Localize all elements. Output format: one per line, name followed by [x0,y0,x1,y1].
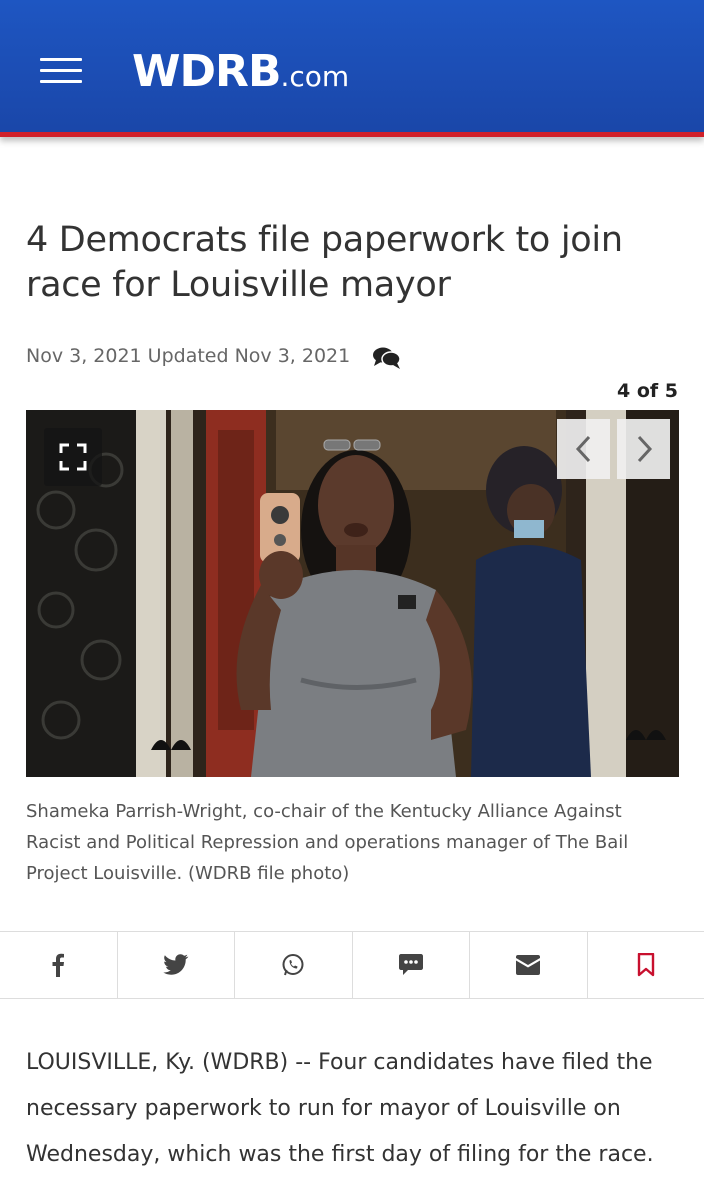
share-facebook-button[interactable] [0,932,118,998]
gallery-prev-button[interactable] [557,419,610,479]
fullscreen-icon[interactable] [44,428,102,486]
chevron-left-icon [575,435,590,463]
email-icon [516,955,541,975]
facebook-icon [52,953,65,977]
article-headline: 4 Democrats file paperwork to join race … [26,220,623,305]
gallery-next-button[interactable] [617,419,670,479]
sms-icon [398,954,423,975]
chevron-right-icon [637,435,652,463]
site-logo[interactable]: WDRB.com [132,46,349,97]
site-header: WDRB.com [0,0,704,137]
photo-caption: Shameka Parrish-Wright, co-chair of the … [26,801,629,884]
share-bar [0,931,704,999]
logo-suffix: .com [280,60,350,93]
article-dateline: Nov 3, 2021 Updated Nov 3, 2021 [26,345,351,367]
share-twitter-button[interactable] [118,932,235,998]
bookmark-icon [637,953,654,977]
whatsapp-icon [282,954,304,976]
share-email-button[interactable] [470,932,588,998]
comments-icon[interactable] [372,345,402,371]
article-body-paragraph: LOUISVILLE, Ky. (WDRB) -- Four candidate… [26,1050,654,1167]
share-sms-button[interactable] [353,932,470,998]
hamburger-menu-icon[interactable] [40,58,82,88]
logo-main: WDRB [132,46,281,97]
share-whatsapp-button[interactable] [235,932,353,998]
header-accent-line [0,132,704,137]
gallery-counter: 4 of 5 [617,380,678,402]
twitter-icon [162,954,189,975]
bookmark-button[interactable] [588,932,704,998]
article-photo [26,410,679,777]
